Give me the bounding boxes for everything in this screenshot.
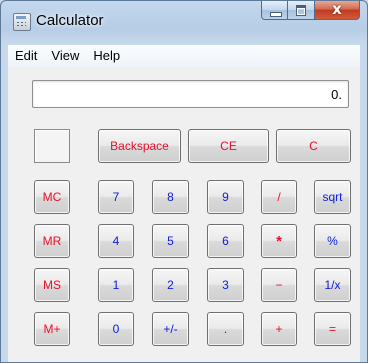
memory-recall-button[interactable]: MR	[34, 224, 70, 258]
memory-add-button[interactable]: M+	[34, 312, 70, 346]
window-title: Calculator	[36, 12, 104, 29]
digit-9-button[interactable]: 9	[207, 180, 244, 214]
equals-button[interactable]: =	[314, 312, 351, 346]
digit-8-button[interactable]: 8	[152, 180, 189, 214]
title-bar[interactable]: Calculator x	[1, 1, 367, 45]
clear-entry-button[interactable]: CE	[188, 129, 269, 163]
digit-1-button[interactable]: 1	[98, 268, 134, 302]
close-icon: x	[332, 0, 342, 18]
sqrt-button[interactable]: sqrt	[314, 180, 351, 214]
menu-help[interactable]: Help	[86, 45, 127, 67]
decimal-point-button[interactable]: .	[207, 312, 244, 346]
menu-bar: Edit View Help	[8, 45, 360, 67]
display-value: 0.	[331, 87, 342, 102]
calculator-body: 0. Backspace CE C MC 7 8 9 / sqrt MR 4 5…	[8, 67, 360, 362]
backspace-button[interactable]: Backspace	[98, 129, 181, 163]
digit-0-button[interactable]: 0	[98, 312, 134, 346]
percent-button[interactable]: %	[314, 224, 351, 258]
calculator-icon	[13, 13, 31, 31]
minimize-icon	[270, 12, 282, 17]
result-display: 0.	[32, 80, 349, 108]
minimize-button[interactable]	[261, 1, 288, 20]
multiply-button[interactable]: *	[261, 224, 297, 258]
reciprocal-button[interactable]: 1/x	[314, 268, 351, 302]
calculator-window: Calculator x Edit View Help 0. Backspace…	[0, 0, 368, 363]
digit-5-button[interactable]: 5	[152, 224, 189, 258]
clear-button[interactable]: C	[276, 129, 351, 163]
digit-4-button[interactable]: 4	[98, 224, 134, 258]
digit-7-button[interactable]: 7	[98, 180, 134, 214]
menu-view[interactable]: View	[44, 45, 86, 67]
subtract-button[interactable]: −	[261, 268, 297, 302]
memory-indicator	[34, 129, 70, 163]
window-controls: x	[261, 1, 360, 21]
maximize-button[interactable]	[288, 1, 315, 20]
maximize-icon	[296, 5, 306, 16]
divide-button[interactable]: /	[261, 180, 297, 214]
digit-3-button[interactable]: 3	[207, 268, 244, 302]
sign-toggle-button[interactable]: +/-	[152, 312, 189, 346]
menu-edit[interactable]: Edit	[8, 45, 44, 67]
memory-store-button[interactable]: MS	[34, 268, 70, 302]
digit-2-button[interactable]: 2	[152, 268, 189, 302]
memory-clear-button[interactable]: MC	[34, 180, 70, 214]
digit-6-button[interactable]: 6	[207, 224, 244, 258]
add-button[interactable]: +	[261, 312, 297, 346]
close-button[interactable]: x	[315, 1, 360, 20]
